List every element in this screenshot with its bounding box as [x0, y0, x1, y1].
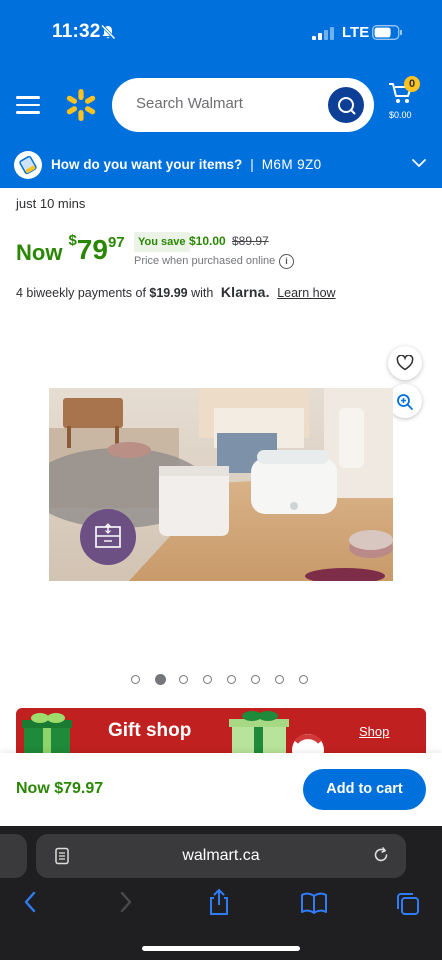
back-icon[interactable]: [22, 890, 38, 914]
cell-signal-icon: [312, 27, 334, 40]
search-placeholder: Search Walmart: [136, 95, 243, 112]
dimensions-icon: [95, 523, 121, 548]
walmart-spark-logo[interactable]: [64, 88, 98, 122]
gift-shop-title: Gift shop: [108, 720, 192, 741]
silent-bell-icon: [100, 24, 116, 40]
bookmarks-icon[interactable]: [300, 892, 328, 914]
status-bar: 11:32 LTE: [0, 0, 442, 64]
you-save-badge: You save: [134, 232, 190, 252]
delivery-selector[interactable]: How do you want your items? | M6M 9Z0: [0, 142, 442, 188]
browser-toolbar: walmart.ca: [0, 826, 442, 960]
add-to-cart-button[interactable]: Add to cart: [303, 769, 426, 810]
learn-how-link[interactable]: Learn how: [277, 286, 335, 300]
delivery-separator: |: [250, 157, 254, 172]
klarna-installments: 4 biweekly payments of $19.99 with Klarn…: [16, 284, 336, 300]
chevron-down-icon: [412, 159, 426, 168]
search-button[interactable]: [328, 87, 364, 123]
info-icon[interactable]: i: [279, 254, 294, 269]
nav-row: Search Walmart 0 $0.00: [0, 70, 442, 142]
installments-with: with: [187, 286, 217, 300]
status-time: 11:32: [52, 21, 101, 42]
share-icon[interactable]: [206, 888, 232, 916]
carousel-dot[interactable]: [131, 675, 140, 684]
shop-link[interactable]: Shop: [359, 724, 389, 739]
tabs-icon[interactable]: [396, 892, 420, 916]
zoom-button[interactable]: [388, 384, 422, 418]
heart-icon: [396, 355, 414, 371]
battery-icon: [372, 25, 402, 40]
search-input[interactable]: Search Walmart: [112, 78, 374, 132]
zoom-in-icon: [397, 394, 413, 410]
delivery-text: How do you want your items? | M6M 9Z0: [51, 157, 322, 172]
network-label: LTE: [342, 24, 370, 41]
was-price: $89.97: [232, 234, 269, 248]
gift-shop-banner[interactable]: Gift shop Shop: [16, 708, 426, 753]
carousel-dot[interactable]: [227, 675, 236, 684]
previous-tab-edge[interactable]: [0, 834, 27, 878]
price-cents: 97: [107, 234, 125, 251]
search-icon: [338, 97, 356, 115]
walmart-header: 11:32 LTE Search Walmart 0 $0.00 How do …: [0, 0, 442, 188]
carousel-dot[interactable]: [179, 675, 188, 684]
cart-button[interactable]: 0 $0.00: [386, 76, 426, 132]
dimensions-badge: [80, 509, 136, 565]
postal-code: M6M 9Z0: [261, 157, 322, 172]
favorite-button[interactable]: [388, 346, 422, 380]
carousel-dot[interactable]: [251, 675, 260, 684]
menu-icon[interactable]: [16, 96, 40, 114]
cart-total: $0.00: [389, 110, 412, 120]
carousel-dot[interactable]: [275, 675, 284, 684]
cart-count-badge: 0: [404, 76, 420, 92]
price-integer: 79: [76, 234, 108, 265]
carousel-dot[interactable]: [155, 674, 166, 685]
klarna-logo: Klarna.: [220, 284, 270, 300]
delivery-prompt: How do you want your items?: [51, 157, 243, 172]
carousel-dot[interactable]: [203, 675, 212, 684]
address-bar[interactable]: walmart.ca: [36, 834, 406, 878]
reload-icon[interactable]: [372, 846, 390, 864]
price-note: Price when purchased online: [134, 255, 276, 267]
url-text: walmart.ca: [182, 847, 260, 864]
installment-amount: $19.99: [149, 286, 188, 300]
save-amount: $10.00: [189, 234, 226, 248]
now-label: Now: [16, 240, 63, 265]
current-price: Now $7997: [16, 232, 125, 266]
carousel-dot[interactable]: [299, 675, 308, 684]
description-snippet: just 10 mins: [16, 196, 86, 211]
sticky-add-to-cart-bar: Now $79.97 Add to cart: [0, 753, 442, 826]
installments-prefix: 4 biweekly payments of: [16, 286, 150, 300]
price-dollar-sign: $: [68, 232, 77, 249]
home-indicator[interactable]: [142, 946, 300, 951]
forward-icon[interactable]: [118, 890, 134, 914]
delivery-icon: [14, 151, 42, 179]
sticky-price: Now $79.97: [16, 780, 104, 797]
